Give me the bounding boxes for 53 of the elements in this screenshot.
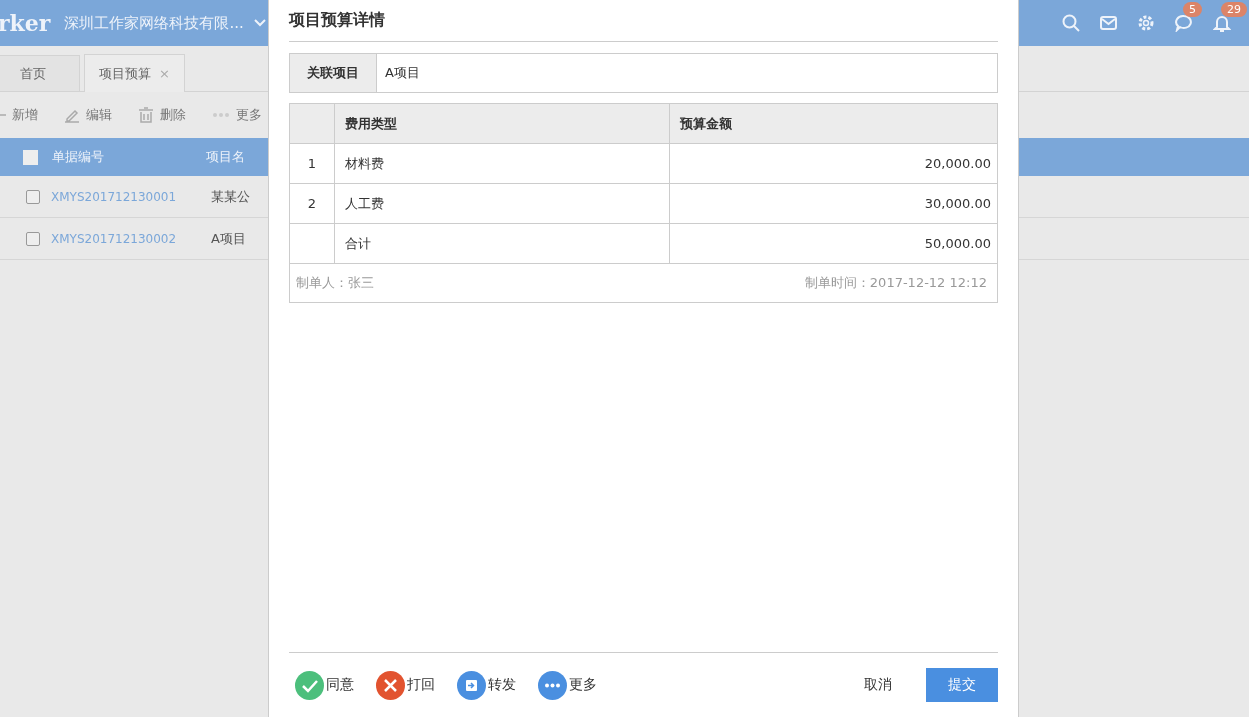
more-icon <box>538 670 567 700</box>
close-icon[interactable]: × <box>159 66 170 81</box>
chat-badge: 5 <box>1183 2 1202 17</box>
notification-badge: 29 <box>1221 2 1247 17</box>
table-cell: 某某公 <box>211 187 250 206</box>
table-cell: 人工费 <box>334 183 670 224</box>
toolbar-button[interactable]: 新增 <box>12 106 38 124</box>
settings-icon[interactable] <box>1137 14 1155 32</box>
action-button[interactable]: 同意 <box>326 676 354 694</box>
submit-button[interactable]: 提交 <box>926 668 998 702</box>
row-number: 2 <box>307 196 317 211</box>
row-number: 1 <box>307 156 317 171</box>
created-time-text: 制单时间：2017-12-12 12:12 <box>804 274 987 292</box>
cancel-button[interactable]: 取消 <box>858 675 898 695</box>
action-button[interactable]: 打回 <box>407 676 435 694</box>
creator-text: 制单人：张三 <box>296 274 374 292</box>
field-label: 关联项目 <box>290 54 377 92</box>
more-icon <box>212 112 230 118</box>
select-all-checkbox[interactable] <box>23 149 38 165</box>
column-header: 预算金额 <box>669 103 998 144</box>
table-cell: 20,000.00 <box>669 143 998 184</box>
chat-icon[interactable] <box>1175 14 1193 32</box>
chevron-down-icon[interactable] <box>253 19 266 27</box>
table-cell: 合计 <box>334 223 670 264</box>
table-cell: A项目 <box>211 229 246 248</box>
tab[interactable]: 首页 <box>0 55 80 91</box>
document-number-link[interactable]: XMYS201712130002 <box>51 231 201 246</box>
mail-icon[interactable] <box>1100 16 1117 30</box>
search-icon[interactable] <box>1062 14 1080 32</box>
action-button[interactable]: 更多 <box>569 676 597 694</box>
forward-icon <box>457 670 486 700</box>
toolbar-button[interactable]: 编辑 <box>86 106 112 124</box>
column-header: 费用类型 <box>334 103 670 144</box>
row-checkbox[interactable] <box>26 189 40 204</box>
row-checkbox[interactable] <box>26 231 40 246</box>
field-value: A项目 <box>384 64 421 82</box>
tab[interactable]: 项目预算 × <box>84 54 185 92</box>
toolbar-button[interactable]: 更多 <box>236 106 262 124</box>
column-header: 项目名 <box>206 148 245 166</box>
dialog-title: 项目预算详情 <box>289 0 998 42</box>
close-icon <box>376 670 405 700</box>
company-name[interactable]: 深圳工作家网络科技有限... <box>64 13 244 33</box>
pencil-icon <box>64 107 80 123</box>
column-header: 单据编号 <box>52 148 105 166</box>
table-cell: 材料费 <box>334 143 670 184</box>
check-icon <box>295 670 324 700</box>
bell-icon[interactable] <box>1213 14 1231 32</box>
document-number-link[interactable]: XMYS201712130001 <box>51 189 201 204</box>
table-cell: 50,000.00 <box>669 223 998 264</box>
trash-icon <box>138 107 154 123</box>
toolbar-button[interactable]: 删除 <box>160 106 186 124</box>
action-button[interactable]: 转发 <box>488 676 516 694</box>
table-cell: 30,000.00 <box>669 183 998 224</box>
